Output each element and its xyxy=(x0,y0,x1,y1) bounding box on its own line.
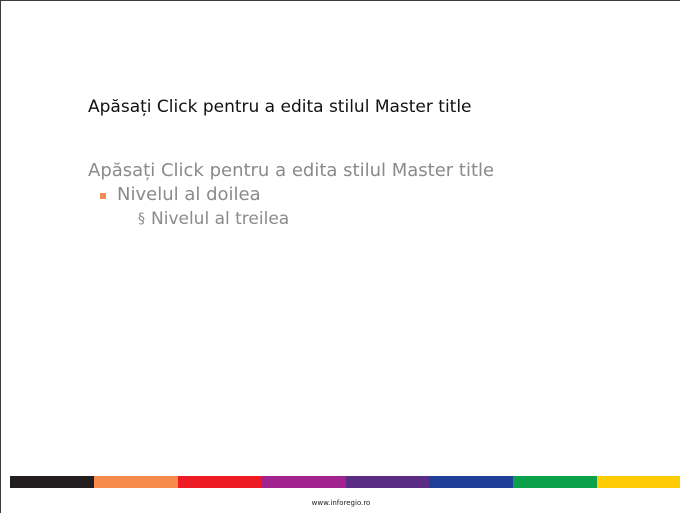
color-stripe-segment xyxy=(10,476,94,488)
section-bullet-icon: § xyxy=(138,211,145,227)
color-stripe-segment xyxy=(93,476,178,488)
slide: Apăsați Click pentru a edita stilul Mast… xyxy=(0,0,680,513)
color-stripe-segment xyxy=(261,476,346,488)
body-level-2: Nivelul al doilea xyxy=(100,183,494,207)
slide-body[interactable]: Apăsați Click pentru a edita stilul Mast… xyxy=(88,159,494,231)
color-stripe-segment xyxy=(513,476,598,488)
color-stripe-segment xyxy=(429,476,514,488)
body-level-3-text: Nivelul al treilea xyxy=(151,209,290,229)
body-level-2-text: Nivelul al doilea xyxy=(117,184,261,205)
footer-url: www.inforegio.ro xyxy=(311,499,371,507)
body-level-3: § Nivelul al treilea xyxy=(138,207,494,231)
body-level-1: Apăsați Click pentru a edita stilul Mast… xyxy=(88,160,495,181)
color-stripe-segment xyxy=(177,476,262,488)
slide-title[interactable]: Apăsați Click pentru a edita stilul Mast… xyxy=(88,97,472,117)
color-stripe-segment xyxy=(345,476,430,488)
color-stripe-segment xyxy=(597,476,680,488)
square-bullet-icon xyxy=(100,192,106,199)
color-stripe-bar xyxy=(10,476,680,488)
